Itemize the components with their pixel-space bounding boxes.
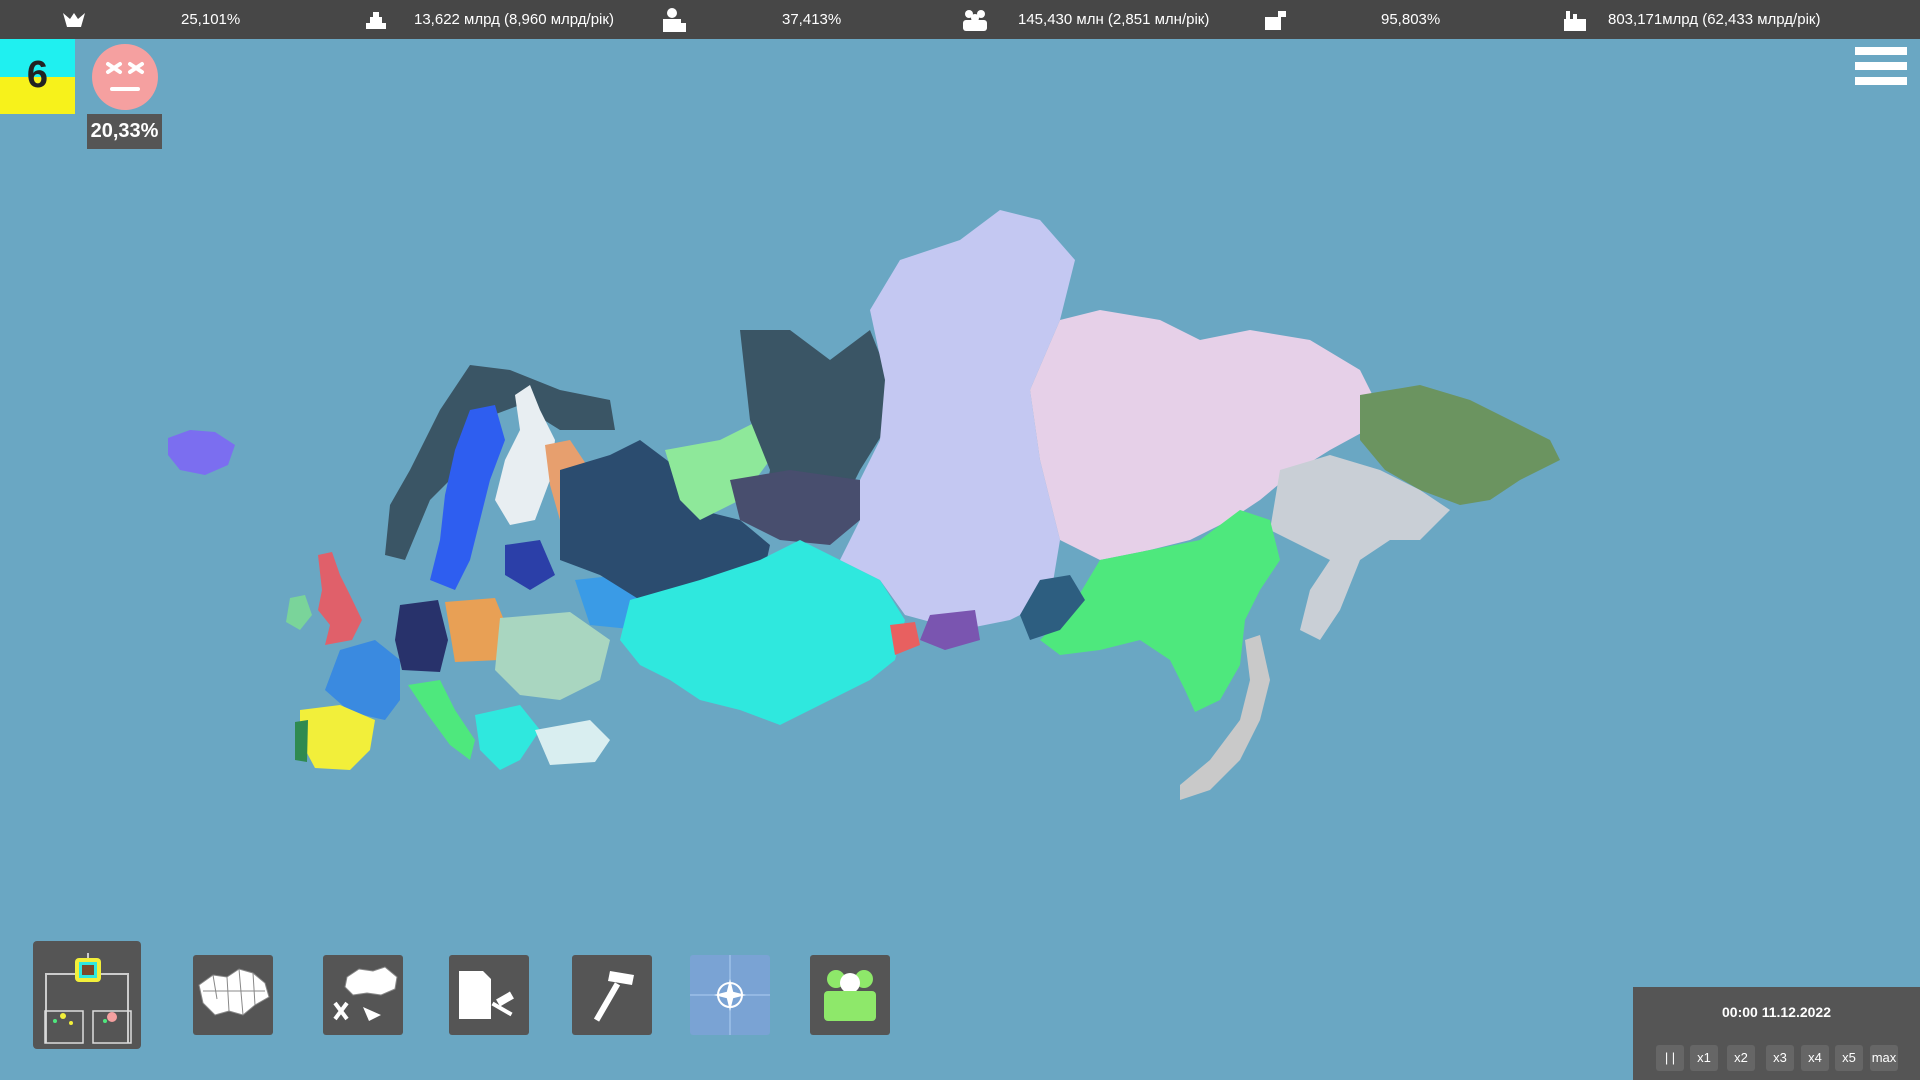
angry-face-icon[interactable]: [92, 44, 158, 110]
tool-laws[interactable]: [449, 955, 529, 1035]
tool-regions[interactable]: [193, 955, 273, 1035]
game-clock: 00:00 11.12.2022: [1722, 1004, 1831, 1020]
tool-people[interactable]: [810, 955, 890, 1035]
nato-icon: [690, 955, 770, 1035]
population-icon: [963, 10, 987, 31]
hammer-icon: [593, 971, 634, 1022]
menu-bar: [1855, 47, 1907, 55]
speed-pause-button[interactable]: | |: [1656, 1045, 1684, 1071]
tool-build[interactable]: [572, 955, 652, 1035]
stat-approval-value: 37,413%: [782, 11, 842, 28]
speed-x2-button[interactable]: x2: [1727, 1045, 1755, 1071]
world-map[interactable]: [0, 0, 1920, 1080]
country-flag[interactable]: 6: [0, 39, 75, 114]
menu-bar: [1855, 62, 1907, 70]
map-region-uk[interactable]: [318, 552, 362, 645]
map-region-germany[interactable]: [395, 600, 448, 672]
approval-icon: [663, 8, 686, 32]
menu-bar: [1855, 77, 1907, 85]
law-gavel-icon: [459, 971, 514, 1019]
map-region-turkey[interactable]: [535, 720, 610, 765]
speed-x4-button[interactable]: x4: [1801, 1045, 1829, 1071]
ukraine-regions-icon: [198, 968, 270, 1016]
map-region-iceland[interactable]: [168, 430, 235, 475]
elections-icon: [44, 953, 132, 1044]
stat-industry-value: 803,171млрд (62,433 млрд/рік): [1608, 11, 1821, 28]
industry-icon: [1564, 11, 1586, 31]
map-region-balkans[interactable]: [475, 705, 540, 770]
map-region-italy[interactable]: [408, 680, 475, 760]
budget-icon: [366, 12, 386, 29]
tool-elections[interactable]: [33, 941, 141, 1049]
stat-population-value: 145,430 млн (2,851 млн/рік): [1018, 11, 1210, 28]
speed-x5-button[interactable]: x5: [1835, 1045, 1863, 1071]
menu-hamburger-icon[interactable]: [1855, 47, 1907, 99]
stat-employment-value: 95,803%: [1381, 11, 1441, 28]
map-region-ireland[interactable]: [286, 595, 312, 630]
stat-support-value: 25,101%: [181, 11, 241, 28]
map-region-portugal[interactable]: [295, 720, 308, 762]
time-panel: 00:00 11.12.2022 | | x1 x2 x3 x4 x5 max: [1633, 987, 1920, 1080]
unrest-percent-badge: 20,33%: [87, 114, 162, 149]
support-icon: [63, 13, 85, 27]
employment-icon: [1265, 11, 1286, 30]
flag-number: 6: [26, 54, 49, 96]
speed-max-button[interactable]: max: [1870, 1045, 1898, 1071]
tool-nato[interactable]: [690, 955, 770, 1035]
stat-budget-value: 13,622 млрд (8,960 млрд/рік): [414, 11, 614, 28]
top-stats-bar: 25,101% 13,622 млрд (8,960 млрд/рік) 37,…: [0, 0, 1920, 39]
speed-x1-button[interactable]: x1: [1690, 1045, 1718, 1071]
map-region-caucasus[interactable]: [890, 622, 920, 655]
speed-x3-button[interactable]: x3: [1766, 1045, 1794, 1071]
tool-region-actions[interactable]: [323, 955, 403, 1035]
people-icon: [824, 970, 876, 1021]
map-region-baltics[interactable]: [505, 540, 555, 590]
regions-tools-icon: [333, 966, 398, 1021]
